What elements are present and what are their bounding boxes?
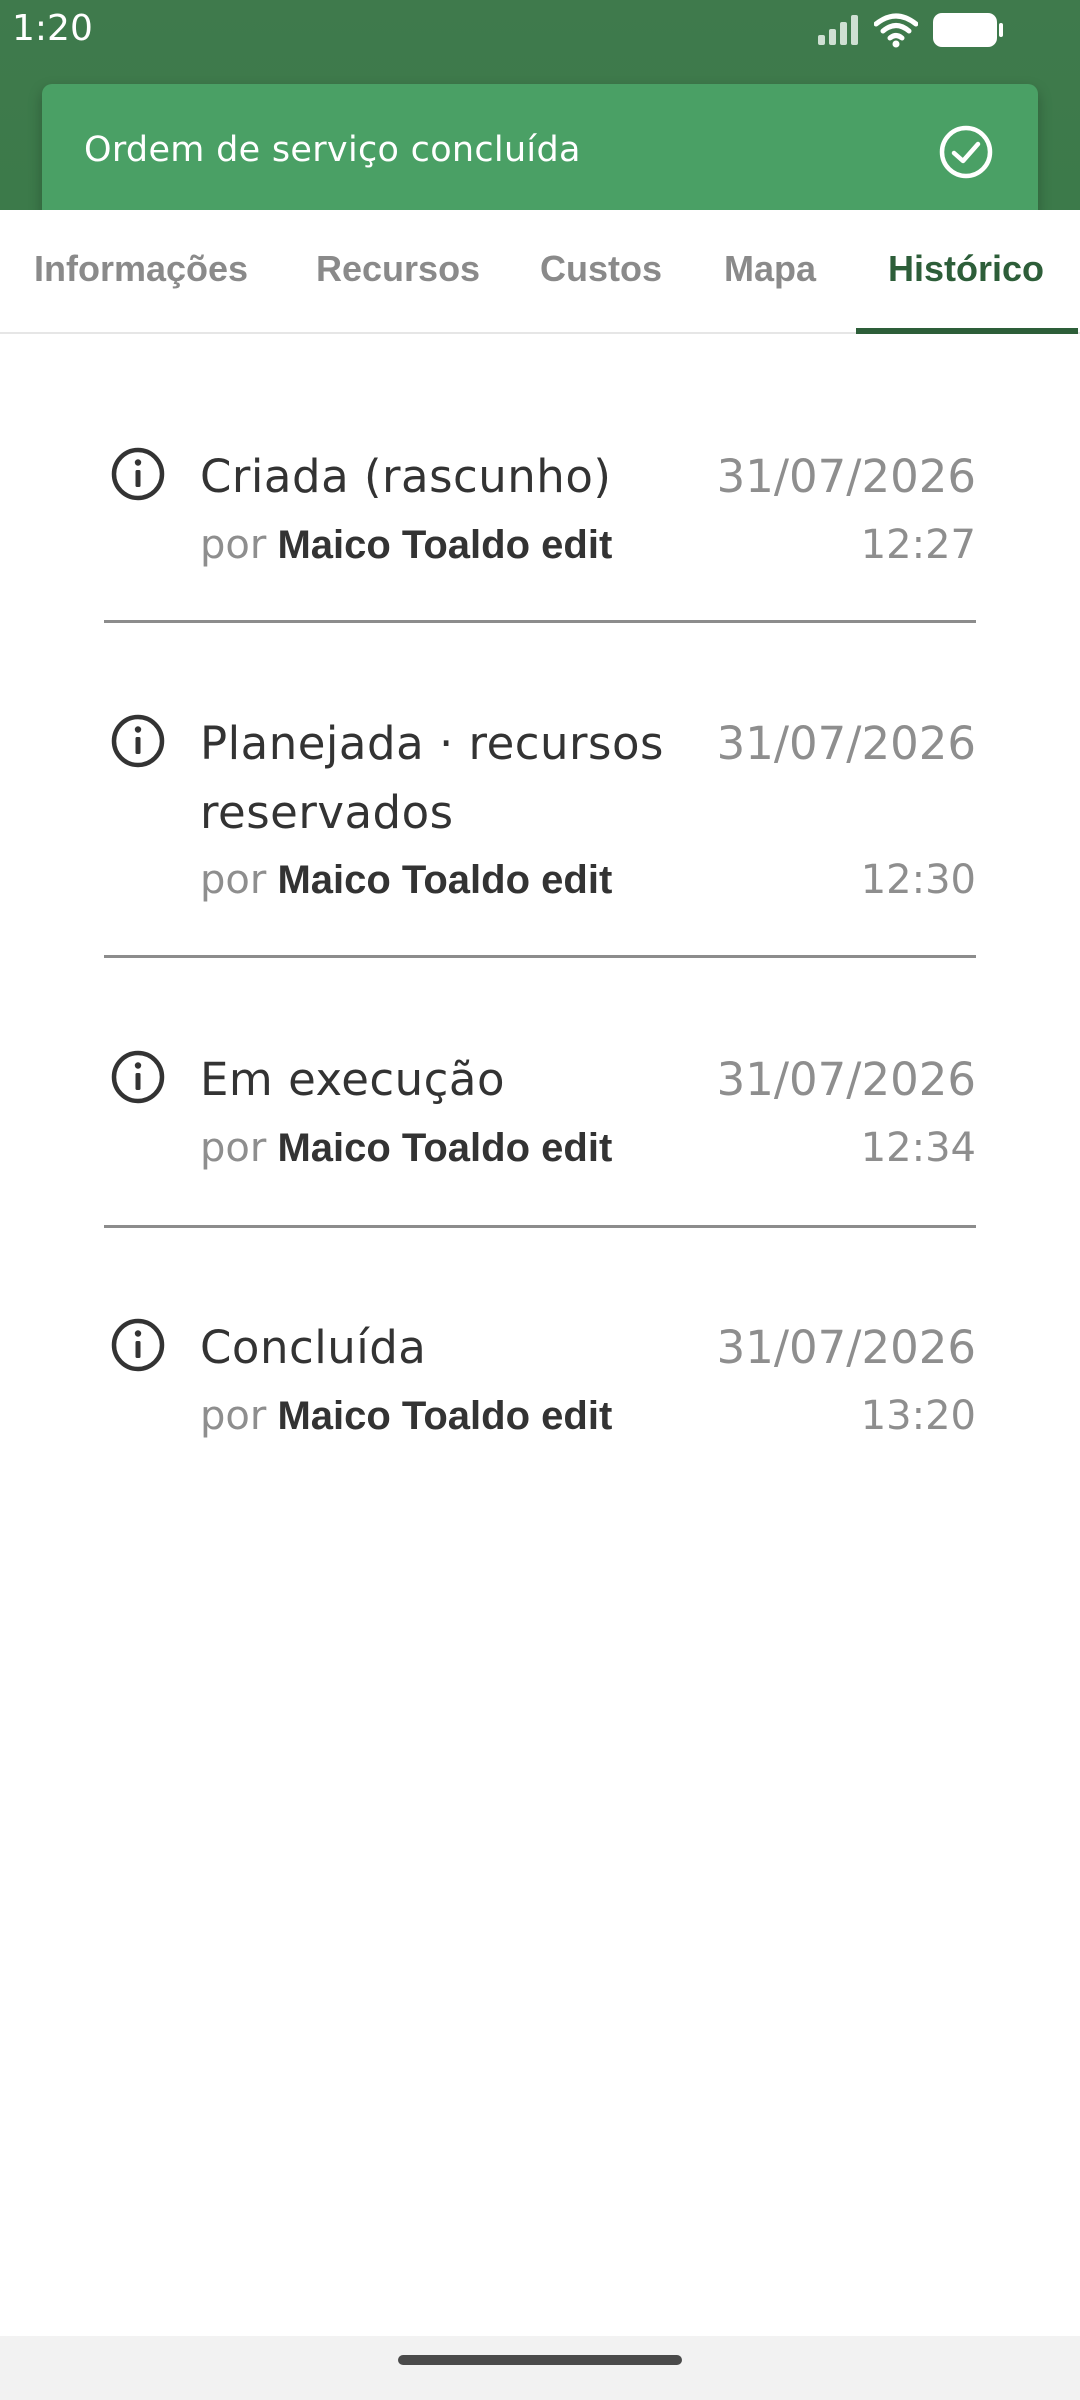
entry-title: Criada (rascunho)	[200, 450, 612, 503]
toast-message: Ordem de serviço concluída	[84, 130, 581, 170]
status-bar: 1:20	[0, 0, 1080, 60]
entry-title: Planejada · recursos reservados	[200, 717, 664, 839]
entry-divider	[104, 955, 976, 958]
entry-title: Em execução	[200, 1053, 506, 1106]
entry-title: Concluída	[200, 1321, 427, 1374]
success-toast: Ordem de serviço concluída	[42, 84, 1038, 220]
entry-author: por Maico Toaldo edit	[200, 857, 612, 903]
entry-by-label: por	[200, 857, 267, 903]
entry-date: 31/07/2026	[716, 1321, 976, 1374]
entry-divider	[104, 620, 976, 623]
entry-author: por Maico Toaldo edit	[200, 1393, 612, 1439]
tab-bar: Informações Recursos Custos Mapa Históri…	[0, 210, 1080, 334]
entry-by-label: por	[200, 522, 267, 568]
entry-time: 12:30	[860, 857, 976, 903]
entry-date: 31/07/2026	[716, 1053, 976, 1106]
entry-time: 13:20	[860, 1393, 976, 1439]
entry-date: 31/07/2026	[716, 717, 976, 770]
entry-date: 31/07/2026	[716, 450, 976, 503]
entry-user: Maico Toaldo edit	[277, 1394, 613, 1438]
active-tab-indicator	[856, 328, 1078, 334]
info-icon	[111, 447, 165, 501]
tab-mapa[interactable]: Mapa	[724, 248, 816, 290]
entry-author: por Maico Toaldo edit	[200, 1125, 612, 1171]
battery-icon	[933, 13, 1003, 47]
home-gesture-handle[interactable]	[398, 2355, 682, 2365]
status-time: 1:20	[12, 8, 93, 49]
info-icon	[111, 1050, 165, 1104]
entry-by-label: por	[200, 1125, 267, 1171]
entry-time: 12:27	[860, 522, 976, 568]
entry-time: 12:34	[860, 1125, 976, 1171]
entry-user: Maico Toaldo edit	[277, 1126, 613, 1170]
check-circle-icon	[939, 125, 993, 179]
entry-divider	[104, 1225, 976, 1228]
info-icon	[111, 1318, 165, 1372]
gesture-navigation-bar	[0, 2336, 1080, 2400]
entry-user: Maico Toaldo edit	[277, 858, 613, 902]
tab-recursos[interactable]: Recursos	[316, 248, 480, 290]
signal-icon	[818, 15, 858, 45]
info-icon	[111, 714, 165, 768]
tab-custos[interactable]: Custos	[540, 248, 662, 290]
status-icons	[816, 12, 1004, 48]
wifi-icon	[874, 13, 918, 48]
entry-author: por Maico Toaldo edit	[200, 522, 612, 568]
entry-by-label: por	[200, 1393, 267, 1439]
tab-historico[interactable]: Histórico	[888, 248, 1044, 290]
entry-user: Maico Toaldo edit	[277, 523, 613, 567]
tab-informacoes[interactable]: Informações	[34, 248, 248, 290]
